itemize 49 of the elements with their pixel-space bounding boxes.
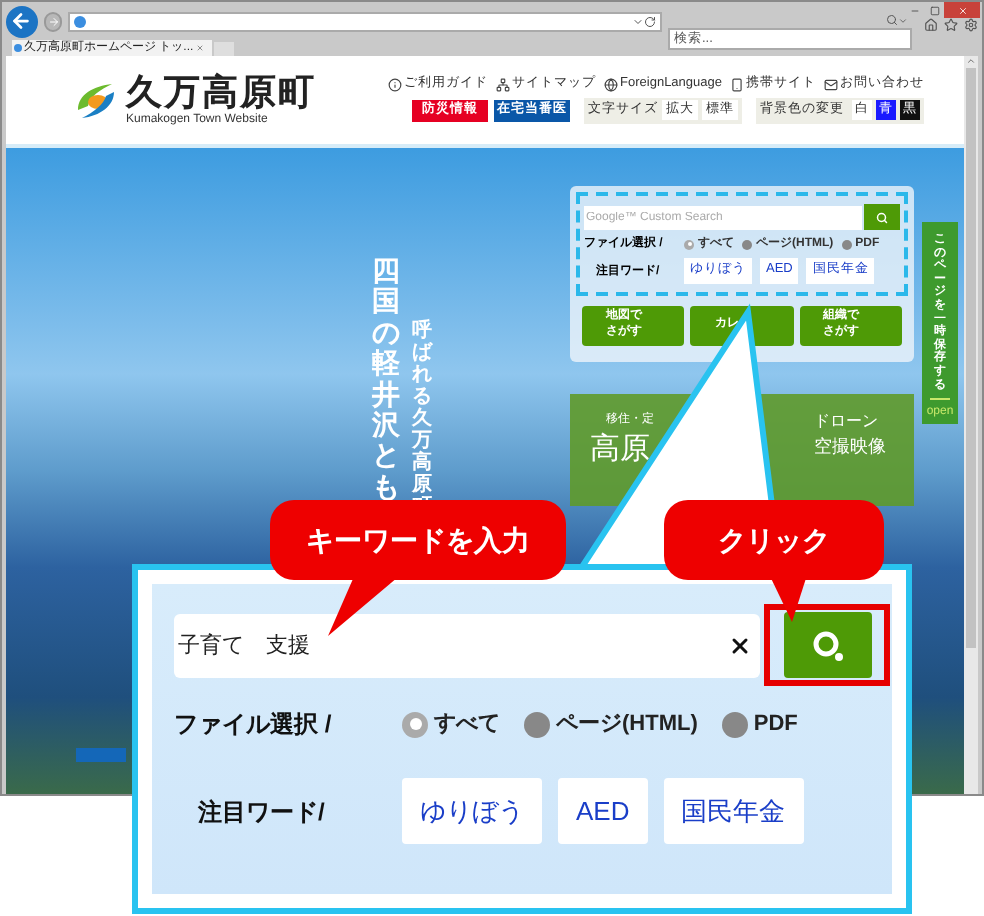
search-icon bbox=[809, 627, 845, 663]
banner-text: ドローン bbox=[814, 414, 880, 430]
site-name: 久万高原町 bbox=[126, 74, 316, 110]
radio-button[interactable] bbox=[742, 239, 752, 249]
arrow-left-icon bbox=[10, 10, 33, 32]
radio-button[interactable] bbox=[721, 711, 748, 737]
dropdown-icon[interactable] bbox=[898, 15, 908, 25]
keyword-button[interactable]: ゆりぼう bbox=[402, 778, 542, 844]
radio-label: ページ(HTML) bbox=[556, 713, 698, 735]
radio-button[interactable] bbox=[524, 711, 550, 737]
featured-words-label: 注目ワード/ bbox=[196, 795, 327, 829]
close-button[interactable] bbox=[944, 2, 980, 18]
page-icon bbox=[74, 15, 87, 27]
globe-icon bbox=[604, 77, 619, 91]
catchphrase: 四国の軽井沢とも bbox=[372, 256, 400, 503]
clear-icon[interactable] bbox=[728, 633, 752, 657]
home-icon[interactable] bbox=[924, 18, 938, 32]
radio-button[interactable] bbox=[841, 239, 852, 249]
keyword-button[interactable]: AED bbox=[558, 778, 648, 844]
star-icon[interactable] bbox=[944, 18, 958, 32]
info-icon bbox=[388, 77, 403, 91]
arrow-right-icon bbox=[47, 15, 60, 27]
page-icon bbox=[14, 44, 22, 52]
forward-button[interactable] bbox=[43, 11, 63, 31]
keyword-button[interactable]: 国民年金 bbox=[663, 778, 804, 844]
search-icon[interactable] bbox=[886, 14, 898, 26]
scroll-up-icon[interactable] bbox=[966, 56, 976, 66]
search-field[interactable]: 子育て 支援 bbox=[174, 613, 760, 677]
minimize-icon bbox=[909, 5, 919, 15]
maximize-icon bbox=[929, 5, 939, 15]
search-button[interactable] bbox=[864, 204, 900, 230]
sitemap-icon bbox=[496, 77, 511, 91]
phone-icon bbox=[730, 77, 744, 91]
search-button[interactable] bbox=[783, 612, 871, 678]
file-type-label: ファイル選択 / bbox=[174, 708, 334, 742]
radio-button[interactable] bbox=[684, 239, 694, 249]
town-logo-icon bbox=[74, 78, 118, 122]
settings-icon[interactable] bbox=[964, 18, 978, 32]
banner-title: 高原 bbox=[590, 434, 652, 464]
search-icon bbox=[876, 211, 888, 223]
mail-icon bbox=[824, 77, 838, 91]
refresh-icon[interactable] bbox=[644, 15, 656, 27]
catchphrase-subtitle: 呼ばれる久万高原 bbox=[412, 320, 432, 496]
scrollbar[interactable] bbox=[964, 56, 978, 794]
banner-title: 空撮映像 bbox=[814, 438, 886, 456]
radio-button[interactable] bbox=[402, 711, 428, 737]
back-button[interactable] bbox=[6, 5, 38, 37]
radio-label: PDF bbox=[753, 713, 798, 735]
radio-label: すべて bbox=[434, 713, 500, 735]
